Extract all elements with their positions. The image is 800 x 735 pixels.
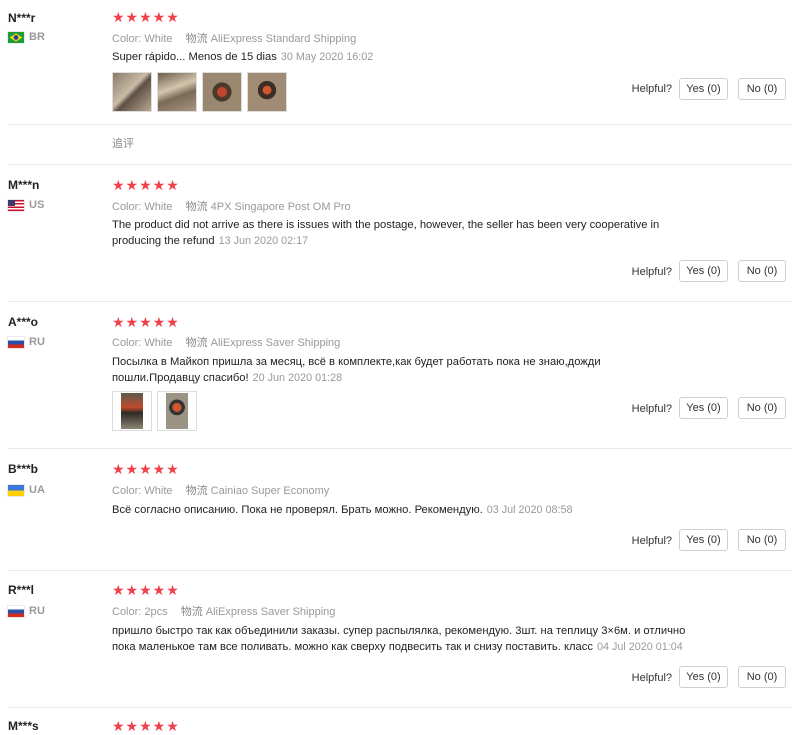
helpful-no-button[interactable]: No (0) bbox=[738, 260, 786, 282]
reviewer-name: M***n bbox=[8, 178, 40, 192]
review-photo[interactable] bbox=[157, 391, 197, 431]
shipping-label: 物流 bbox=[185, 33, 208, 45]
review-photos bbox=[112, 391, 197, 431]
helpful-yes-button[interactable]: Yes (0) bbox=[679, 666, 728, 688]
reviewer-country: RU bbox=[8, 336, 45, 348]
rating-stars: ★★★★★ bbox=[112, 177, 180, 193]
russia-flag-icon bbox=[8, 336, 24, 348]
divider bbox=[8, 707, 792, 708]
ukraine-flag-icon bbox=[8, 484, 24, 496]
color-label: Color: bbox=[112, 606, 142, 618]
review-date: 04 Jul 2020 01:04 bbox=[596, 641, 683, 653]
country-code: UA bbox=[29, 484, 45, 496]
review-date: 03 Jul 2020 08:58 bbox=[486, 504, 573, 516]
shipping-value: 4PX Singapore Post OM Pro bbox=[210, 201, 351, 213]
helpful-yes-button[interactable]: Yes (0) bbox=[679, 529, 728, 551]
review-meta: Color: 2pcs 物流 AliExpress Saver Shipping bbox=[112, 603, 335, 619]
helpful-yes-button[interactable]: Yes (0) bbox=[679, 78, 728, 100]
helpful-no-button[interactable]: No (0) bbox=[738, 666, 786, 688]
review-meta: Color: White 物流 AliExpress Standard Ship… bbox=[112, 30, 356, 46]
helpful-label: Helpful? bbox=[631, 672, 672, 684]
rating-stars: ★★★★★ bbox=[112, 582, 180, 598]
country-code: RU bbox=[29, 336, 45, 348]
review-date: 13 Jun 2020 02:17 bbox=[218, 235, 309, 247]
shipping-label: 物流 bbox=[185, 485, 208, 497]
helpful-yes-button[interactable]: Yes (0) bbox=[679, 397, 728, 419]
shipping-label: 物流 bbox=[180, 606, 203, 618]
rating-stars: ★★★★★ bbox=[112, 9, 180, 25]
append-review-label: 追评 bbox=[112, 138, 134, 150]
divider bbox=[8, 301, 792, 302]
reviewer-name: B***b bbox=[8, 462, 39, 476]
color-value: White bbox=[144, 337, 173, 349]
brazil-flag-icon bbox=[8, 31, 24, 43]
review-photo[interactable] bbox=[202, 72, 242, 112]
review-text: пришло быстро так как объединили заказы.… bbox=[112, 623, 702, 655]
reviewer-country: RU bbox=[8, 605, 45, 617]
review-body: Super rápido... Menos de 15 dias bbox=[112, 51, 277, 63]
review-meta: Color: White 物流 Cainiao Super Economy bbox=[112, 482, 329, 498]
review-photo[interactable] bbox=[112, 72, 152, 112]
reviewer-country: UA bbox=[8, 484, 45, 496]
shipping-label: 物流 bbox=[185, 201, 208, 213]
review-photo[interactable] bbox=[112, 391, 152, 431]
review-text: Super rápido... Menos de 15 dias 30 May 2… bbox=[112, 49, 682, 65]
review-photo[interactable] bbox=[247, 72, 287, 112]
review-date: 30 May 2020 16:02 bbox=[280, 51, 374, 63]
helpful-label: Helpful? bbox=[631, 535, 672, 547]
color-label: Color: bbox=[112, 33, 142, 45]
country-code: US bbox=[29, 199, 45, 211]
helpful-yes-button[interactable]: Yes (0) bbox=[679, 260, 728, 282]
reviewer-name: R***l bbox=[8, 583, 35, 597]
helpful-label: Helpful? bbox=[631, 403, 672, 415]
rating-stars: ★★★★★ bbox=[112, 461, 180, 477]
color-value: 2pcs bbox=[144, 606, 168, 618]
us-flag-icon bbox=[8, 199, 24, 211]
divider bbox=[8, 448, 792, 449]
review-body: Всё согласно описанию. Пока не проверял.… bbox=[112, 504, 483, 516]
russia-flag-icon bbox=[8, 605, 24, 617]
helpful-no-button[interactable]: No (0) bbox=[738, 78, 786, 100]
shipping-value: AliExpress Saver Shipping bbox=[205, 606, 336, 618]
review-photo[interactable] bbox=[157, 72, 197, 112]
reviewer-country: US bbox=[8, 199, 44, 211]
rating-stars: ★★★★★ bbox=[112, 718, 180, 734]
reviewer-country: BR bbox=[8, 31, 45, 43]
review-photos bbox=[112, 72, 287, 112]
helpful-label: Helpful? bbox=[631, 83, 672, 95]
review-meta: Color: White 物流 AliExpress Saver Shippin… bbox=[112, 334, 340, 350]
divider bbox=[8, 570, 792, 571]
helpful-label: Helpful? bbox=[631, 266, 672, 278]
shipping-value: AliExpress Saver Shipping bbox=[210, 337, 341, 349]
color-value: White bbox=[144, 485, 173, 497]
helpful-no-button[interactable]: No (0) bbox=[738, 397, 786, 419]
review-date: 20 Jun 2020 01:28 bbox=[252, 372, 343, 384]
color-label: Color: bbox=[112, 201, 142, 213]
color-label: Color: bbox=[112, 337, 142, 349]
review-text: The product did not arrive as there is i… bbox=[112, 217, 682, 249]
shipping-value: Cainiao Super Economy bbox=[210, 485, 330, 497]
shipping-label: 物流 bbox=[185, 337, 208, 349]
review-body: The product did not arrive as there is i… bbox=[112, 219, 660, 247]
review-text: Посылка в Майкоп пришла за месяц, всё в … bbox=[112, 354, 682, 386]
divider bbox=[8, 124, 792, 125]
review-text: Всё согласно описанию. Пока не проверял.… bbox=[112, 502, 682, 518]
review-meta: Color: White 物流 4PX Singapore Post OM Pr… bbox=[112, 198, 351, 214]
helpful-no-button[interactable]: No (0) bbox=[738, 529, 786, 551]
review-body: Посылка в Майкоп пришла за месяц, всё в … bbox=[112, 356, 601, 384]
color-value: White bbox=[144, 201, 173, 213]
rating-stars: ★★★★★ bbox=[112, 314, 180, 330]
shipping-value: AliExpress Standard Shipping bbox=[210, 33, 357, 45]
divider bbox=[8, 164, 792, 165]
color-value: White bbox=[144, 33, 173, 45]
color-label: Color: bbox=[112, 485, 142, 497]
country-code: BR bbox=[29, 31, 45, 43]
reviewer-name: A***o bbox=[8, 315, 39, 329]
country-code: RU bbox=[29, 605, 45, 617]
reviewer-name: N***r bbox=[8, 11, 36, 25]
